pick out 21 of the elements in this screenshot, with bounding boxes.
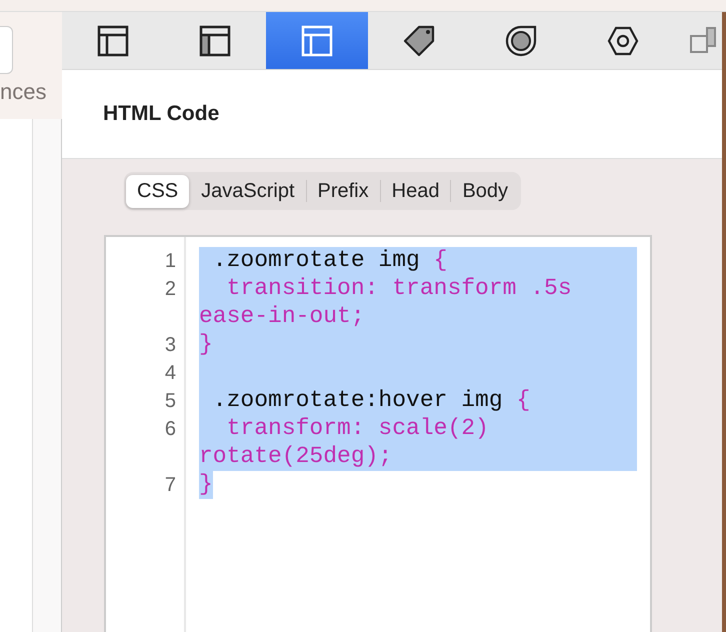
code-tab[interactable]: Body xyxy=(451,174,520,208)
line-number: 3 xyxy=(164,334,176,356)
layout-icon xyxy=(97,24,129,56)
line-number: 5 xyxy=(164,390,176,412)
line-number: 4 xyxy=(164,362,176,384)
code-tab[interactable]: Head xyxy=(380,174,450,208)
code-tab[interactable]: Prefix xyxy=(306,174,380,208)
code-tab[interactable]: CSS xyxy=(126,174,190,208)
line-number: 6 xyxy=(164,418,176,440)
code-editor[interactable]: 1 .zoomrotate img { 2 transition: transform .5s ease-in-out; 3 } 4 5 .zoomrotate:hover img { 6 transform: scale(2) rotate(25deg); 7 } xyxy=(104,235,652,632)
windows-icon xyxy=(690,26,716,56)
section-title: HTML Code xyxy=(103,102,220,126)
layout-icon xyxy=(301,24,333,56)
layout-sidebar-icon xyxy=(199,24,231,56)
line-number: 2 xyxy=(164,278,176,300)
tag-icon xyxy=(402,24,436,58)
sidebar-label: nces xyxy=(0,79,46,105)
line-number: 1 xyxy=(164,250,176,272)
hexagon-icon xyxy=(607,24,639,56)
code-tab[interactable]: JavaScript xyxy=(190,174,306,208)
line-number: 7 xyxy=(164,474,176,496)
